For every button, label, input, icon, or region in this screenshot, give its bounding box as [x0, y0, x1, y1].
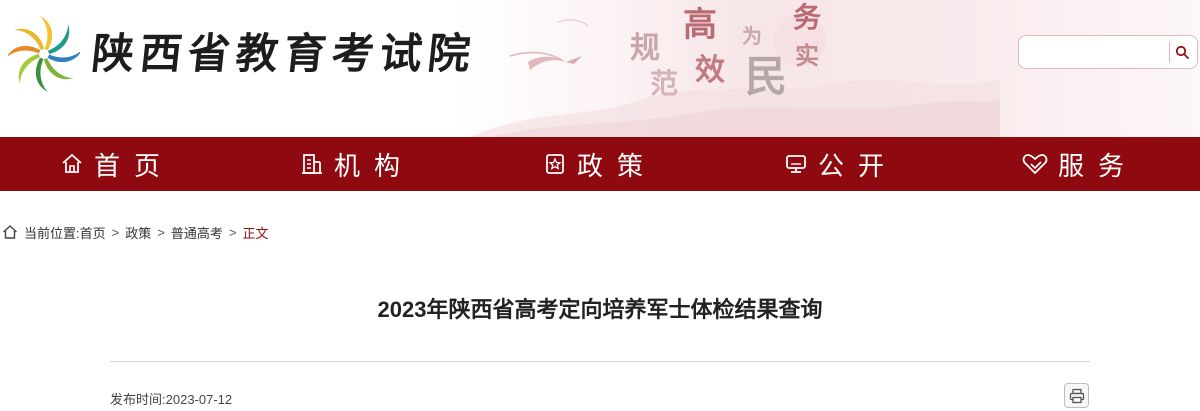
breadcrumb-link-gaokao[interactable]: 普通高考 [171, 223, 223, 242]
print-button[interactable] [1064, 383, 1089, 408]
nav-label: 服务 [1058, 150, 1139, 181]
nav-label: 政策 [577, 150, 658, 181]
breadcrumb-label: 当前位置: [24, 225, 80, 241]
breadcrumb-link-policy[interactable]: 政策 [125, 223, 151, 242]
decorative-landscape-icon [470, 14, 1000, 137]
slogan-char: 效 [695, 53, 725, 88]
handshake-icon [1022, 154, 1048, 174]
search-button[interactable] [1169, 41, 1193, 63]
home-icon [3, 225, 17, 239]
nav-item-service[interactable]: 服务 [1022, 137, 1138, 191]
nav-item-public[interactable]: 公开 [784, 137, 898, 191]
print-icon [1069, 388, 1084, 403]
nav-item-organization[interactable]: 机构 [300, 137, 414, 191]
nav-label: 首页 [94, 150, 175, 181]
slogan-char: 范 [650, 67, 679, 100]
slogan-char: 务 [793, 1, 822, 34]
nav-item-policy[interactable]: 政策 [543, 137, 657, 191]
slogan-char: 高 [683, 5, 717, 45]
search-box [1018, 35, 1198, 69]
building-icon [302, 154, 322, 174]
search-icon [1175, 45, 1189, 59]
nav-label: 机构 [334, 150, 415, 181]
slogan-char: 为 [742, 24, 762, 48]
title-divider [110, 361, 1090, 362]
publish-date: 发布时间:2023-07-12 [110, 389, 232, 408]
breadcrumb-link-home[interactable]: 首页 [80, 223, 106, 242]
article-title: 2023年陕西省高考定向培养军士体检结果查询 [377, 297, 823, 322]
nav-item-home[interactable]: 首页 [60, 137, 174, 191]
main-nav: 首页 机构 政策 公开 服务 [0, 137, 1200, 191]
search-input[interactable] [1027, 42, 1167, 62]
breadcrumb-separator: > [228, 224, 237, 240]
publish-date-label: 发布时间: [110, 392, 166, 407]
home-icon [62, 154, 82, 173]
nav-label: 公开 [818, 150, 899, 181]
slogan-char: 实 [795, 41, 819, 70]
publish-date-value: 2023-07-12 [165, 392, 233, 407]
breadcrumb: 当前位置: 首页 > 政策 > 普通高考 > 正文 [2, 222, 268, 242]
slogan-char: 规 [630, 31, 660, 66]
breadcrumb-separator: > [157, 224, 165, 240]
logo-icon[interactable] [8, 10, 80, 94]
slogan-char: 民 [745, 52, 788, 101]
breadcrumb-current: 正文 [242, 225, 269, 241]
breadcrumb-separator: > [111, 224, 120, 240]
site-header: 陕西省教育考试院 规 高 为 务 范 效 民 实 [0, 0, 1200, 137]
site-title[interactable]: 陕西省教育考试院 [89, 24, 479, 84]
monitor-icon [786, 155, 806, 173]
policy-icon [546, 154, 564, 174]
